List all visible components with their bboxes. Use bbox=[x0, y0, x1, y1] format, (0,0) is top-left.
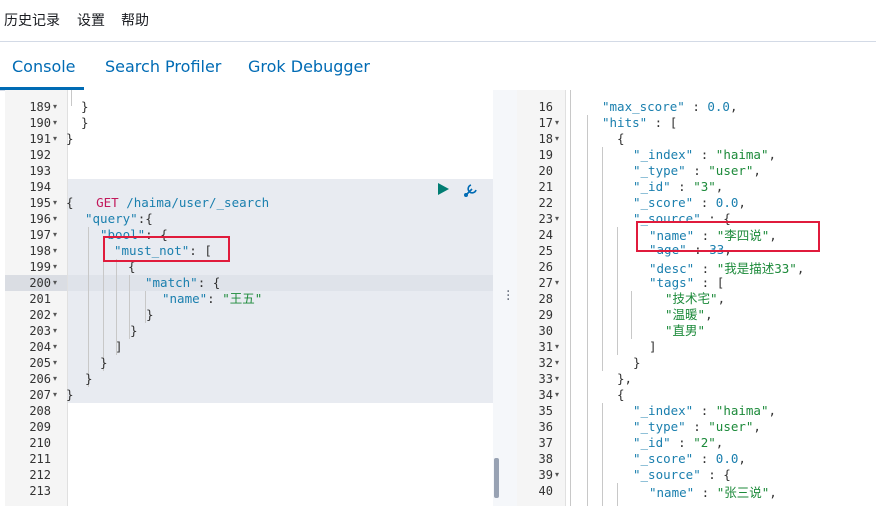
line-number: 202 bbox=[29, 308, 51, 322]
line-number: 195 bbox=[29, 196, 51, 210]
highlight-box-must-not bbox=[103, 236, 230, 262]
line-number: 192 bbox=[29, 148, 51, 162]
line-number: 20 bbox=[538, 164, 553, 178]
line-number: 34 bbox=[538, 388, 553, 402]
code-line: } bbox=[66, 115, 89, 130]
line-number: 190 bbox=[29, 116, 51, 130]
line-number: 30 bbox=[538, 324, 553, 338]
line-number: 18 bbox=[538, 132, 553, 146]
top-menu-bar: 历史记录 设置 帮助 bbox=[0, 0, 876, 42]
fold-toggle-icon[interactable]: ▾ bbox=[53, 243, 57, 259]
line-number: 40 bbox=[538, 484, 553, 498]
fold-toggle-icon[interactable]: ▾ bbox=[53, 275, 57, 291]
line-number: 19 bbox=[538, 148, 553, 162]
resizer-handle-icon[interactable]: · · · bbox=[506, 285, 510, 307]
line-number: 16 bbox=[538, 100, 553, 114]
fold-toggle-icon[interactable]: ▾ bbox=[53, 211, 57, 227]
active-line bbox=[68, 275, 493, 291]
line-number: 28 bbox=[538, 292, 553, 306]
line-number: 22 bbox=[538, 196, 553, 210]
line-number: 198 bbox=[29, 244, 51, 258]
line-number: 26 bbox=[538, 260, 553, 274]
settings-menu[interactable]: 设置 bbox=[77, 10, 105, 30]
line-number: 193 bbox=[29, 164, 51, 178]
line-number: 25 bbox=[538, 244, 553, 258]
fold-toggle-icon[interactable]: ▾ bbox=[555, 467, 559, 483]
fold-toggle-icon[interactable]: ▾ bbox=[53, 195, 57, 211]
line-number: 194 bbox=[29, 180, 51, 194]
fold-toggle-icon[interactable]: ▾ bbox=[555, 371, 559, 387]
line-number: 191 bbox=[29, 132, 51, 146]
line-number: 31 bbox=[538, 340, 553, 354]
fold-toggle-icon[interactable]: ▾ bbox=[53, 227, 57, 243]
line-number: 27 bbox=[538, 276, 553, 290]
help-menu[interactable]: 帮助 bbox=[121, 10, 149, 30]
fold-toggle-icon[interactable]: ▾ bbox=[555, 355, 559, 371]
fold-toggle-icon[interactable]: ▾ bbox=[555, 115, 559, 131]
line-number: 35 bbox=[538, 404, 553, 418]
request-scrollbar-track[interactable] bbox=[493, 90, 501, 506]
wrench-icon[interactable] bbox=[462, 181, 480, 199]
line-number: 189 bbox=[29, 100, 51, 114]
fold-toggle-icon[interactable]: ▾ bbox=[53, 115, 57, 131]
fold-toggle-icon[interactable]: ▾ bbox=[555, 131, 559, 147]
line-number: 197 bbox=[29, 228, 51, 242]
fold-toggle-icon[interactable]: ▾ bbox=[555, 387, 559, 403]
line-number: 201 bbox=[29, 292, 51, 306]
code-line: } bbox=[66, 131, 74, 146]
fold-toggle-icon[interactable]: ▾ bbox=[555, 211, 559, 227]
line-number: 21 bbox=[538, 180, 553, 194]
line-number: 205 bbox=[29, 356, 51, 370]
play-icon[interactable] bbox=[436, 182, 450, 196]
request-method: GET bbox=[96, 195, 119, 210]
request-editor[interactable]: 189 ▾ } 190 ▾ } 191 ▾} 192 193 194 195 ▾{196 ▾ 197 ▾ 1… bbox=[5, 90, 493, 506]
code-line: } bbox=[66, 387, 74, 402]
fold-toggle-icon[interactable]: ▾ bbox=[53, 259, 57, 275]
fold-toggle-icon[interactable]: ▾ bbox=[53, 323, 57, 339]
fold-toggle-icon[interactable]: ▾ bbox=[555, 339, 559, 355]
line-number: 39 bbox=[538, 468, 553, 482]
request-path: /haima/user/_search bbox=[118, 195, 270, 210]
line-number: 36 bbox=[538, 420, 553, 434]
fold-toggle-icon[interactable]: ▾ bbox=[53, 339, 57, 355]
fold-toggle-icon[interactable]: ▾ bbox=[53, 371, 57, 387]
tab-console[interactable]: Console bbox=[12, 57, 76, 76]
line-number: 206 bbox=[29, 372, 51, 386]
line-number: 204 bbox=[29, 340, 51, 354]
line-number: 211 bbox=[29, 452, 51, 466]
fold-toggle-icon[interactable]: ▾ bbox=[53, 355, 57, 371]
line-number: 32 bbox=[538, 356, 553, 370]
line-number: 37 bbox=[538, 436, 553, 450]
line-number: 210 bbox=[29, 436, 51, 450]
line-number: 213 bbox=[29, 484, 51, 498]
line-number: 203 bbox=[29, 324, 51, 338]
fold-toggle-icon[interactable]: ▾ bbox=[53, 131, 57, 147]
line-number: 200 bbox=[29, 276, 51, 290]
fold-toggle-icon[interactable]: ▾ bbox=[53, 387, 57, 403]
response-editor: 16 17 ▾ 18 ▾ 19 20 21 22 23 ▾ 24 25 26 27 ▾ 28 29 30 31 ▾ 32 ▾… bbox=[517, 90, 876, 506]
line-number: 207 bbox=[29, 388, 51, 402]
line-number: 208 bbox=[29, 404, 51, 418]
line-number: 212 bbox=[29, 468, 51, 482]
line-number: 29 bbox=[538, 308, 553, 322]
line-number: 196 bbox=[29, 212, 51, 226]
line-number: 38 bbox=[538, 452, 553, 466]
code-line: } bbox=[66, 99, 89, 114]
tab-grok-debugger[interactable]: Grok Debugger bbox=[248, 57, 370, 76]
history-menu[interactable]: 历史记录 bbox=[4, 10, 60, 30]
highlight-box-name bbox=[636, 221, 820, 252]
fold-toggle-icon[interactable]: ▾ bbox=[555, 275, 559, 291]
request-scrollbar-thumb[interactable] bbox=[494, 458, 499, 498]
fold-toggle-icon[interactable]: ▾ bbox=[53, 99, 57, 115]
line-number: 209 bbox=[29, 420, 51, 434]
line-number: 23 bbox=[538, 212, 553, 226]
line-number: 199 bbox=[29, 260, 51, 274]
tab-search-profiler[interactable]: Search Profiler bbox=[105, 57, 221, 76]
line-number: 33 bbox=[538, 372, 553, 386]
line-number: 17 bbox=[538, 116, 553, 130]
fold-toggle-icon[interactable]: ▾ bbox=[53, 307, 57, 323]
tab-bar: Console Search Profiler Grok Debugger bbox=[0, 42, 876, 91]
line-number: 24 bbox=[538, 228, 553, 242]
